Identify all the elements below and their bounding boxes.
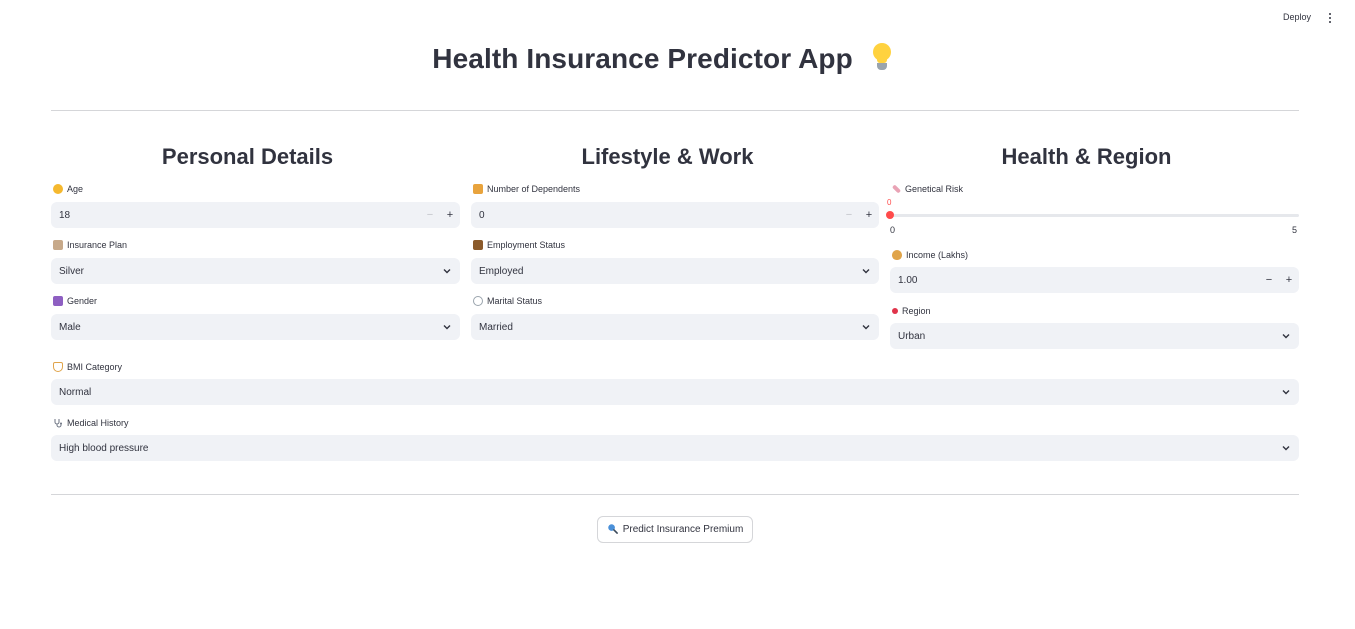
marital-status-select[interactable]: Married [471, 314, 879, 340]
income-decrement-button[interactable]: − [1259, 267, 1279, 293]
dependents-input[interactable]: 0 − + [471, 202, 879, 228]
income-input[interactable]: 1.00 − + [890, 267, 1299, 293]
employment-status-select[interactable]: Employed [471, 258, 879, 284]
magnifier-icon [607, 523, 618, 537]
insurance-plan-label: Insurance Plan [53, 240, 127, 250]
scale-icon [53, 362, 63, 372]
insurance-plan-value: Silver [59, 265, 85, 277]
chevron-down-icon [1273, 435, 1299, 461]
stethoscope-icon [53, 418, 63, 428]
region-label: Region [892, 306, 931, 316]
medical-history-select[interactable]: High blood pressure [51, 435, 1299, 461]
bottom-divider [51, 494, 1299, 495]
heading-lifestyle-work: Lifestyle & Work [581, 144, 754, 169]
age-decrement-button[interactable]: − [420, 202, 440, 228]
bmi-category-value: Normal [59, 386, 92, 398]
dependents-increment-button[interactable]: + [859, 202, 879, 228]
top-toolbar: Deploy [0, 0, 1355, 36]
age-input[interactable]: 18 − + [51, 202, 460, 228]
age-label: Age [53, 184, 83, 194]
chevron-down-icon [853, 258, 879, 284]
document-icon [53, 240, 63, 250]
dna-icon [891, 184, 902, 194]
page-title-text: Health Insurance Predictor App [432, 43, 853, 74]
heading-health-region: Health & Region [1001, 144, 1172, 169]
chevron-down-icon [853, 314, 879, 340]
income-label: Income (Lakhs) [892, 250, 968, 260]
income-value: 1.00 [898, 274, 918, 286]
region-value: Urban [898, 330, 926, 342]
genetical-risk-min: 0 [890, 225, 896, 235]
chevron-down-icon [434, 314, 460, 340]
pin-icon [892, 308, 898, 314]
employment-status-value: Employed [479, 265, 524, 277]
genetical-risk-label: Genetical Risk [891, 184, 963, 194]
heading-personal-details: Personal Details [161, 144, 334, 169]
deploy-button[interactable]: Deploy [1283, 12, 1311, 22]
income-increment-button[interactable]: + [1279, 267, 1299, 293]
gender-label: Gender [53, 296, 97, 306]
grinning-face-icon [53, 184, 63, 194]
age-value: 18 [59, 209, 71, 221]
medical-history-label: Medical History [53, 418, 129, 428]
main-menu-icon[interactable] [1326, 11, 1334, 25]
money-bag-icon [892, 250, 902, 260]
bmi-category-select[interactable]: Normal [51, 379, 1299, 405]
genetical-risk-max: 5 [1292, 225, 1298, 235]
page-title: Health Insurance Predictor App [0, 42, 1325, 75]
marital-status-value: Married [479, 321, 513, 333]
medical-history-value: High blood pressure [59, 442, 149, 454]
family-icon [473, 184, 483, 194]
genetical-risk-slider-thumb[interactable] [886, 211, 894, 219]
gender-value: Male [59, 321, 81, 333]
dependents-decrement-button[interactable]: − [839, 202, 859, 228]
predict-premium-button[interactable]: Predict Insurance Premium [597, 516, 753, 543]
employment-status-label: Employment Status [473, 240, 565, 250]
gender-select[interactable]: Male [51, 314, 460, 340]
chevron-down-icon [434, 258, 460, 284]
chevron-down-icon [1273, 379, 1299, 405]
ring-icon [473, 296, 483, 306]
predict-premium-label: Predict Insurance Premium [622, 524, 744, 535]
dependents-value: 0 [479, 209, 485, 221]
gender-icon [53, 296, 63, 306]
genetical-risk-slider-track[interactable] [890, 214, 1299, 217]
top-divider [51, 110, 1299, 111]
marital-status-label: Marital Status [473, 296, 542, 306]
chevron-down-icon [1273, 323, 1299, 349]
region-select[interactable]: Urban [890, 323, 1299, 349]
bmi-category-label: BMI Category [53, 362, 122, 372]
briefcase-icon [473, 240, 483, 250]
light-bulb-icon [871, 42, 893, 72]
insurance-plan-select[interactable]: Silver [51, 258, 460, 284]
genetical-risk-value: 0 [887, 198, 892, 207]
age-increment-button[interactable]: + [440, 202, 460, 228]
dependents-label: Number of Dependents [473, 184, 580, 194]
